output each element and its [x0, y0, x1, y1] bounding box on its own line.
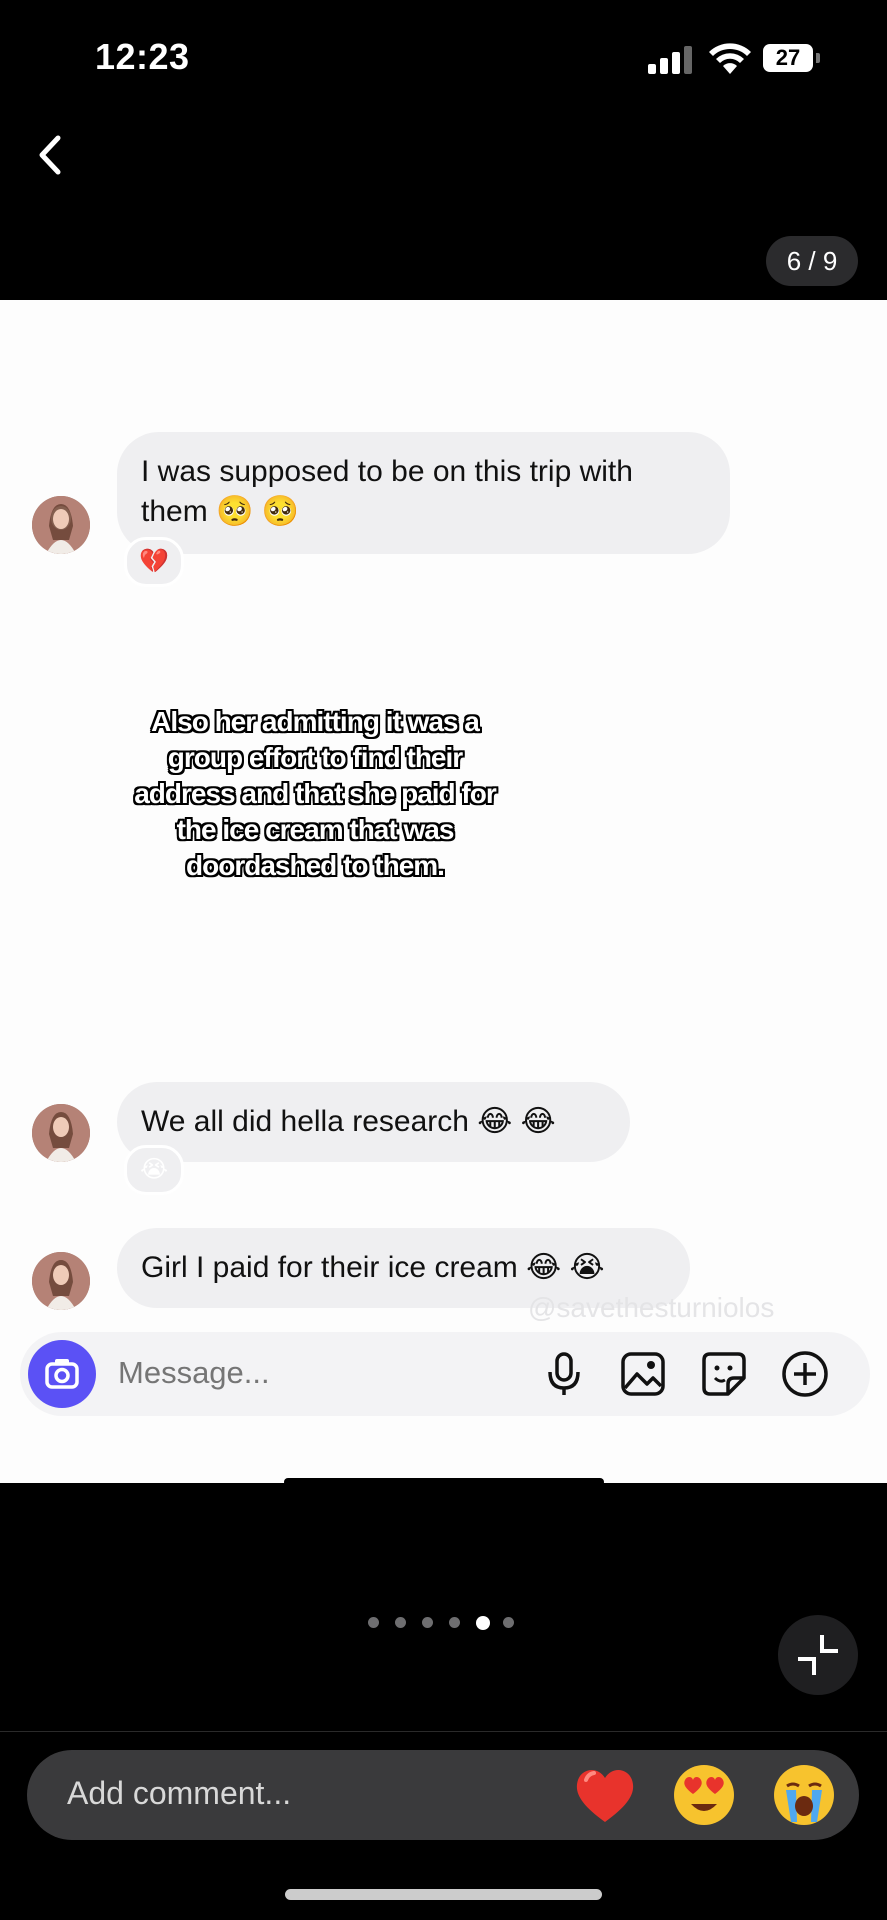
carousel-dot: [449, 1617, 460, 1628]
cellular-signal-icon: [648, 46, 694, 74]
collapse-icon: [798, 1635, 838, 1675]
back-chevron-icon[interactable]: [30, 130, 70, 180]
camera-button[interactable]: [28, 1340, 96, 1408]
avatar: [32, 1252, 90, 1310]
add-comment-input[interactable]: Add comment...: [67, 1775, 291, 1812]
message-text: We all did hella research 😂 😂: [141, 1105, 556, 1138]
comment-bar[interactable]: Add comment...: [27, 1750, 859, 1840]
battery-icon: 27: [763, 44, 813, 72]
add-icon[interactable]: [779, 1348, 831, 1400]
chat-screenshot: I was supposed to be on this trip with t…: [0, 300, 887, 1483]
gallery-icon[interactable]: [617, 1348, 669, 1400]
home-indicator: [285, 1889, 602, 1900]
screenshot-home-indicator: [284, 1478, 604, 1483]
page-counter: 6 / 9: [766, 236, 858, 286]
camera-icon: [45, 1359, 79, 1389]
heart-emoji-icon[interactable]: [570, 1760, 640, 1830]
sticker-icon[interactable]: [698, 1348, 750, 1400]
wifi-icon: [709, 43, 751, 74]
avatar: [32, 496, 90, 554]
message-composer: [20, 1332, 870, 1416]
crying-emoji-icon[interactable]: [769, 1760, 839, 1830]
carousel-dot: [395, 1617, 406, 1628]
message-bubble: I was supposed to be on this trip with t…: [117, 432, 730, 554]
message-reaction[interactable]: 💔: [124, 537, 184, 587]
carousel-dot: [503, 1617, 514, 1628]
divider: [0, 1731, 887, 1732]
heart-eyes-emoji-icon[interactable]: [669, 1760, 739, 1830]
collapse-button[interactable]: [778, 1615, 858, 1695]
carousel-dot: [422, 1617, 433, 1628]
message-input[interactable]: [116, 1354, 420, 1392]
message-reaction[interactable]: 😭: [124, 1145, 184, 1195]
microphone-icon[interactable]: [538, 1348, 590, 1400]
tiktok-watermark: @savethesturniolos: [528, 1292, 775, 1323]
status-time: 12:23: [95, 36, 190, 77]
avatar: [32, 1104, 90, 1162]
message-text: Girl I paid for their ice cream 😂 😭: [141, 1251, 605, 1284]
battery-tip: [816, 53, 820, 63]
message-text: I was supposed to be on this trip with t…: [141, 455, 633, 528]
carousel-dot: [368, 1617, 379, 1628]
caption-overlay: Also her admitting it was a group effort…: [134, 706, 497, 881]
carousel-dot-active: [476, 1616, 490, 1630]
message-bubble: We all did hella research 😂 😂: [117, 1082, 630, 1162]
